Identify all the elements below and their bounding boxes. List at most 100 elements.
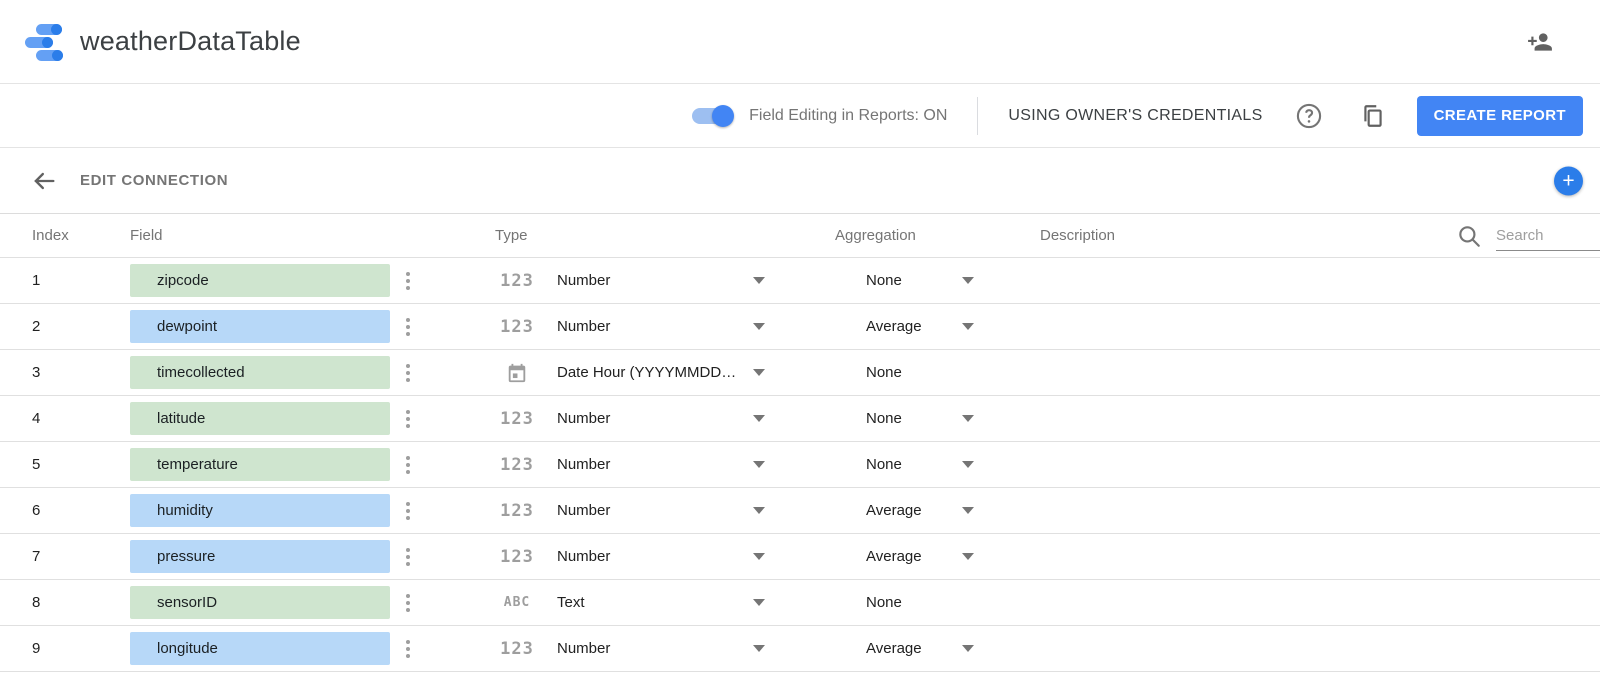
number-type-icon: 123 [500, 501, 534, 521]
field-type-select[interactable]: Number [557, 548, 747, 565]
page-title: weatherDataTable [80, 26, 301, 57]
field-editing-label: Field Editing in Reports: ON [749, 107, 947, 125]
header-type: Type [495, 227, 835, 244]
field-type-select[interactable]: Number [557, 640, 747, 657]
field-aggregation-select[interactable]: None [866, 410, 946, 427]
type-dropdown-button[interactable] [747, 323, 771, 330]
number-type-icon: 123 [500, 639, 534, 659]
field-aggregation-select[interactable]: Average [866, 640, 946, 657]
chevron-down-icon [753, 323, 765, 330]
aggregation-dropdown-button[interactable] [956, 645, 980, 652]
field-type-select[interactable]: Number [557, 502, 747, 519]
field-name-chip[interactable]: timecollected [130, 356, 390, 389]
field-options-menu-button[interactable] [390, 548, 426, 566]
field-name-chip[interactable]: temperature [130, 448, 390, 481]
field-index: 9 [0, 640, 130, 657]
field-name-chip[interactable]: humidity [130, 494, 390, 527]
field-options-menu-button[interactable] [390, 272, 426, 290]
aggregation-dropdown-button[interactable] [956, 461, 980, 468]
more-vert-icon [406, 364, 410, 382]
aggregation-dropdown-button[interactable] [956, 599, 980, 606]
chevron-down-icon [962, 645, 974, 652]
aggregation-dropdown-button[interactable] [956, 553, 980, 560]
table-row: 9 longitude 123 Number Average [0, 626, 1600, 672]
edit-connection-label: EDIT CONNECTION [80, 172, 228, 189]
field-aggregation-select[interactable]: None [866, 364, 946, 381]
field-options-menu-button[interactable] [390, 456, 426, 474]
field-name-chip[interactable]: pressure [130, 540, 390, 573]
chevron-down-icon [962, 461, 974, 468]
chevron-down-icon [753, 553, 765, 560]
chevron-down-icon [753, 415, 765, 422]
back-arrow-icon [30, 167, 58, 195]
more-vert-icon [406, 640, 410, 658]
person-add-icon [1527, 29, 1553, 55]
chevron-down-icon [962, 553, 974, 560]
aggregation-dropdown-button[interactable] [956, 415, 980, 422]
share-add-person-button[interactable] [1520, 22, 1560, 62]
type-dropdown-button[interactable] [747, 507, 771, 514]
field-aggregation-select[interactable]: Average [866, 548, 946, 565]
aggregation-dropdown-button[interactable] [956, 507, 980, 514]
type-dropdown-button[interactable] [747, 553, 771, 560]
field-aggregation-select[interactable]: Average [866, 502, 946, 519]
table-row: 7 pressure 123 Number Average [0, 534, 1600, 580]
field-options-menu-button[interactable] [390, 364, 426, 382]
field-index: 6 [0, 502, 130, 519]
text-type-icon: ABC [504, 595, 530, 610]
field-editing-toggle[interactable] [692, 108, 733, 124]
type-dropdown-button[interactable] [747, 415, 771, 422]
field-aggregation-select[interactable]: None [866, 594, 946, 611]
field-type-select[interactable]: Number [557, 272, 747, 289]
field-index: 7 [0, 548, 130, 565]
search-input[interactable] [1496, 221, 1600, 251]
field-index: 8 [0, 594, 130, 611]
help-icon [1295, 102, 1323, 130]
chevron-down-icon [753, 507, 765, 514]
field-name-chip[interactable]: longitude [130, 632, 390, 665]
field-type-select[interactable]: Number [557, 410, 747, 427]
field-options-menu-button[interactable] [390, 410, 426, 428]
chevron-down-icon [753, 277, 765, 284]
number-type-icon: 123 [500, 547, 534, 567]
field-aggregation-select[interactable]: None [866, 456, 946, 473]
data-studio-logo-icon [24, 21, 66, 63]
field-name-chip[interactable]: latitude [130, 402, 390, 435]
field-type-select[interactable]: Number [557, 456, 747, 473]
field-aggregation-select[interactable]: Average [866, 318, 946, 335]
table-row: 3 timecollected Date Hour (YYYYMMDD… Non… [0, 350, 1600, 396]
toggle-thumb [712, 105, 734, 127]
field-index: 5 [0, 456, 130, 473]
chevron-down-icon [962, 507, 974, 514]
field-type-select[interactable]: Text [557, 594, 747, 611]
back-button[interactable] [24, 161, 64, 201]
type-dropdown-button[interactable] [747, 369, 771, 376]
field-type-select[interactable]: Number [557, 318, 747, 335]
field-name-chip[interactable]: zipcode [130, 264, 390, 297]
type-dropdown-button[interactable] [747, 461, 771, 468]
type-dropdown-button[interactable] [747, 645, 771, 652]
field-aggregation-select[interactable]: None [866, 272, 946, 289]
edit-connection-bar: EDIT CONNECTION + [0, 148, 1600, 214]
add-field-button[interactable]: + [1554, 166, 1583, 195]
more-vert-icon [406, 502, 410, 520]
field-options-menu-button[interactable] [390, 640, 426, 658]
field-name-chip[interactable]: sensorID [130, 586, 390, 619]
table-row: 8 sensorID ABC Text None [0, 580, 1600, 626]
field-type-select[interactable]: Date Hour (YYYYMMDD… [557, 364, 747, 381]
field-options-menu-button[interactable] [390, 318, 426, 336]
help-button[interactable] [1289, 96, 1329, 136]
type-dropdown-button[interactable] [747, 599, 771, 606]
type-dropdown-button[interactable] [747, 277, 771, 284]
chevron-down-icon [962, 415, 974, 422]
create-report-button[interactable]: CREATE REPORT [1417, 96, 1583, 136]
field-options-menu-button[interactable] [390, 502, 426, 520]
copy-datasource-button[interactable] [1353, 96, 1393, 136]
field-index: 2 [0, 318, 130, 335]
aggregation-dropdown-button[interactable] [956, 277, 980, 284]
chevron-down-icon [753, 645, 765, 652]
field-options-menu-button[interactable] [390, 594, 426, 612]
aggregation-dropdown-button[interactable] [956, 323, 980, 330]
field-name-chip[interactable]: dewpoint [130, 310, 390, 343]
aggregation-dropdown-button[interactable] [956, 369, 980, 376]
